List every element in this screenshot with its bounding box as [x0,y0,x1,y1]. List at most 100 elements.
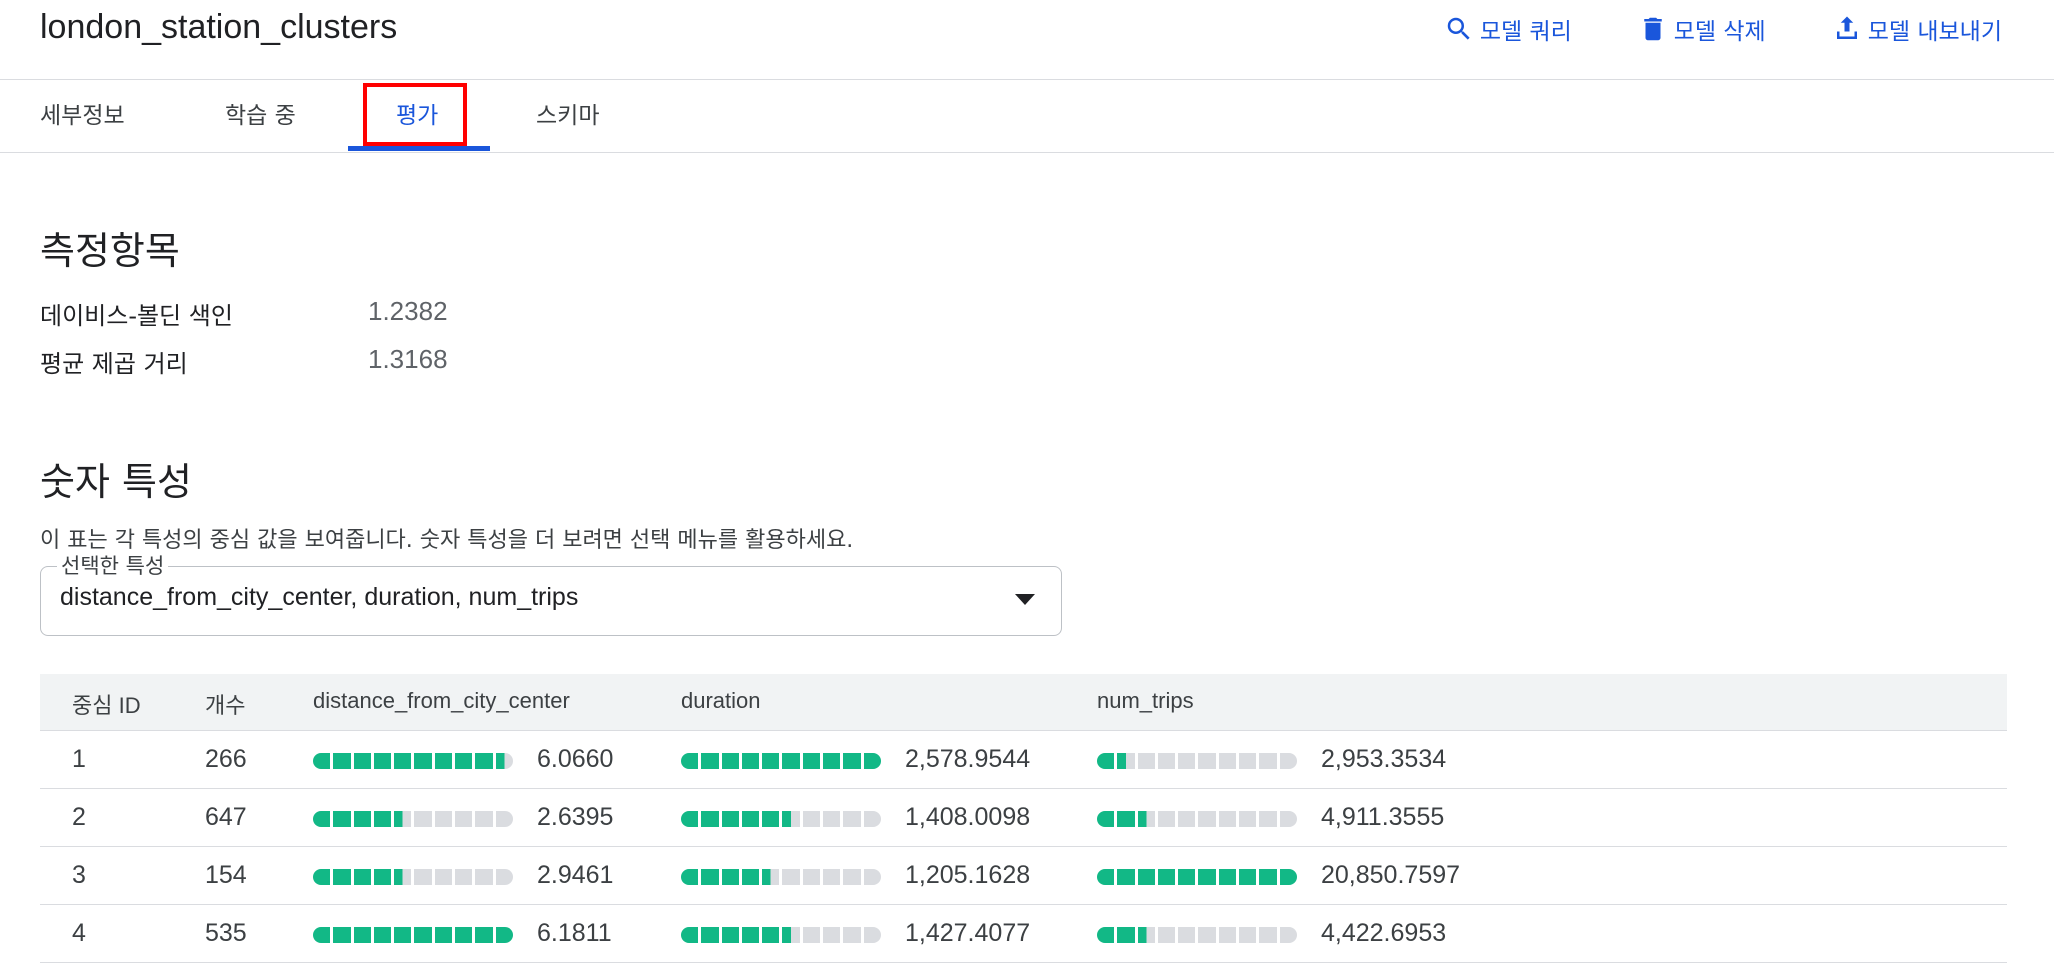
cell-centroid-id: 2 [72,803,86,831]
feature-select-value: distance_from_city_center, duration, num… [60,583,579,611]
export-model-label: 모델 내보내기 [1867,19,2002,45]
bar-segment [1218,811,1237,827]
cell-num-trips-value: 4,422.6953 [1321,919,1447,947]
table-body: 1 266 6.0660 2,578.9544 2,953.3534 2 647 2.6395… [40,731,2007,963]
bar-segment [1198,927,1216,943]
bar-segment [762,927,780,943]
bar-segment [863,811,881,827]
cell-duration-value: 1,408.0098 [905,803,1031,831]
bar-segment [1239,811,1257,827]
bar-segment [475,753,493,769]
distance-bar [313,927,513,943]
bar-segment [701,869,719,885]
tab-details[interactable]: 세부정보 [40,80,125,152]
bar-segment [313,811,331,827]
bar-segment [1198,753,1216,769]
bar-segment [863,869,881,885]
bar-segment [1097,869,1115,885]
num-trips-bar [1097,869,1297,885]
bar-segment [414,927,432,943]
bar-segment [1097,927,1115,943]
feature-select[interactable]: 선택한 특성 distance_from_city_center, durati… [40,550,1062,636]
bar-segment [394,753,412,769]
bar-segment [495,811,513,827]
export-icon [1836,16,1857,39]
bar-segment [1239,927,1257,943]
bar-segment [1097,811,1115,827]
tab-training[interactable]: 학습 중 [225,80,296,152]
bar-segment [1279,753,1297,769]
bar-segment [313,753,331,769]
bar-segment [1117,927,1135,943]
bar-segment [1178,927,1196,943]
cell-distance-value: 2.9461 [537,861,614,889]
delete-model-button[interactable]: 모델 삭제 [1638,12,1766,46]
column-header[interactable]: num_trips [1097,688,1194,714]
table-row: 4 535 6.1811 1,427.4077 4,422.6953 [40,905,2007,963]
metric-value: 1.2382 [368,296,448,326]
column-header[interactable]: 개수 [205,688,245,720]
tab-highlight-box [363,83,467,146]
bar-segment [333,927,351,943]
bar-segment [741,927,760,943]
bar-segment [802,811,821,827]
bar-segment [394,927,412,943]
bar-segment [681,869,699,885]
bar-segment [1279,927,1297,943]
bar-segment [863,927,881,943]
metric-value: 1.3168 [368,344,448,374]
bar-segment [495,927,513,943]
cell-count: 266 [205,745,247,773]
bar-segment [495,869,513,885]
bar-segment [802,869,821,885]
bar-segment [843,927,861,943]
bar-segment [1279,811,1297,827]
export-model-button[interactable]: 모델 내보내기 [1832,12,2002,46]
bar-segment [802,927,821,943]
bar-segment [1218,927,1237,943]
bar-segment [1178,753,1196,769]
table-row: 3 154 2.9461 1,205.1628 20,850.7597 [40,847,2007,905]
bar-segment [681,753,699,769]
bar-segment [1137,927,1155,943]
cell-distance-value: 2.6395 [537,803,614,831]
bar-segment [721,869,739,885]
num-trips-bar [1097,811,1297,827]
bar-segment [353,927,371,943]
bar-segment [495,753,513,769]
cell-centroid-id: 3 [72,861,86,889]
cell-centroid-id: 1 [72,745,86,773]
bar-segment [1117,869,1135,885]
num-trips-bar [1097,927,1297,943]
bar-segment [782,753,800,769]
numeric-features-title: 숫자 특성 [40,460,192,504]
column-header[interactable]: duration [681,688,761,714]
metrics-title: 측정항목 [40,229,180,273]
bar-segment [843,869,861,885]
bar-segment [475,869,493,885]
feature-select-legend: 선택한 특성 [57,550,169,580]
bar-segment [1259,869,1277,885]
bar-segment [333,811,351,827]
bar-segment [373,927,392,943]
table-header: 중심 ID 개수 distance_from_city_center durat… [40,674,2007,731]
bar-segment [1239,869,1257,885]
bar-segment [434,869,453,885]
bar-segment [1259,753,1277,769]
column-header[interactable]: 중심 ID [72,688,141,720]
query-model-button[interactable]: 모델 쿼리 [1444,12,1572,46]
bar-segment [741,753,760,769]
bar-segment [762,811,780,827]
cell-distance-value: 6.1811 [537,919,612,947]
bar-segment [1178,811,1196,827]
bar-segment [1137,869,1155,885]
bar-segment [701,927,719,943]
bar-segment [701,811,719,827]
num-trips-bar [1097,753,1297,769]
bar-segment [823,811,841,827]
column-header[interactable]: distance_from_city_center [313,688,570,714]
tab-schema[interactable]: 스키마 [536,80,599,152]
distance-bar [313,811,513,827]
bar-segment [802,753,821,769]
bar-segment [701,753,719,769]
